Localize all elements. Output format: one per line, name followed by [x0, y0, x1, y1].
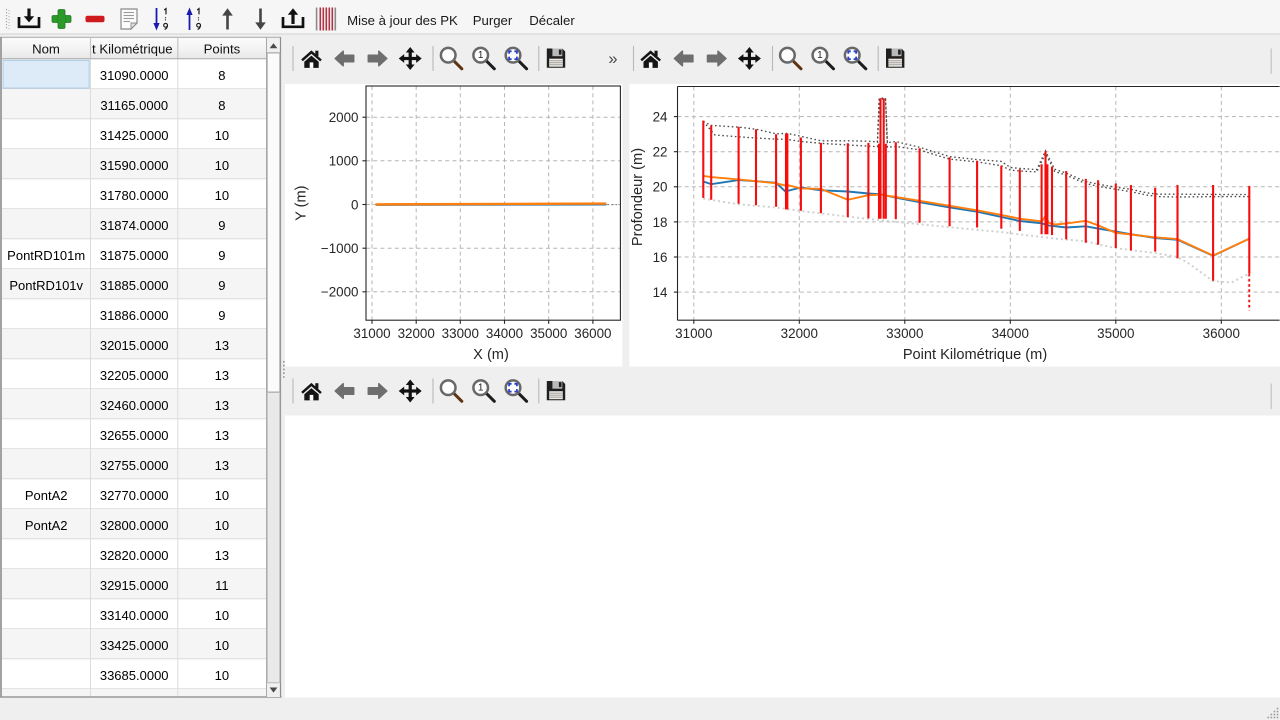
- svg-text:35000: 35000: [530, 326, 567, 341]
- svg-text:18: 18: [653, 215, 668, 230]
- svg-text:34000: 34000: [992, 326, 1029, 341]
- svg-text:33685.0000: 33685.0000: [100, 668, 169, 683]
- svg-text:1000: 1000: [329, 154, 359, 169]
- svg-text:32915.0000: 32915.0000: [100, 578, 169, 593]
- svg-text:13: 13: [215, 548, 229, 563]
- svg-text:8: 8: [218, 98, 225, 113]
- svg-text:33425.0000: 33425.0000: [100, 638, 169, 653]
- svg-text:31875.0000: 31875.0000: [100, 248, 169, 263]
- svg-text:31000: 31000: [675, 326, 712, 341]
- svg-text:20: 20: [653, 180, 668, 195]
- svg-text:11: 11: [215, 578, 229, 593]
- svg-text:32770.0000: 32770.0000: [100, 488, 169, 503]
- svg-text:10: 10: [215, 128, 229, 143]
- svg-text:10: 10: [215, 158, 229, 173]
- svg-text:31425.0000: 31425.0000: [100, 128, 169, 143]
- svg-text:10: 10: [215, 638, 229, 653]
- svg-text:13: 13: [215, 338, 229, 353]
- svg-text:10: 10: [215, 188, 229, 203]
- svg-text:1: 1: [478, 383, 484, 394]
- svg-text:9: 9: [218, 218, 225, 233]
- svg-text:−2000: −2000: [321, 285, 359, 300]
- svg-text:»: »: [608, 50, 617, 68]
- svg-text:31780.0000: 31780.0000: [100, 188, 169, 203]
- svg-text:Points: Points: [204, 41, 241, 56]
- svg-text:14: 14: [653, 285, 668, 300]
- svg-text:2000: 2000: [329, 110, 359, 125]
- svg-text:31886.0000: 31886.0000: [100, 308, 169, 323]
- svg-text:Décaler: Décaler: [529, 13, 575, 28]
- svg-text:13: 13: [215, 368, 229, 383]
- svg-text:10: 10: [215, 668, 229, 683]
- svg-text:PontA2: PontA2: [25, 518, 68, 533]
- svg-text:32205.0000: 32205.0000: [100, 368, 169, 383]
- svg-text:32460.0000: 32460.0000: [100, 398, 169, 413]
- svg-text:Nom: Nom: [32, 41, 60, 56]
- svg-text:33000: 33000: [886, 326, 923, 341]
- svg-text:0: 0: [351, 197, 358, 212]
- svg-text:31000: 31000: [353, 326, 390, 341]
- svg-text:16: 16: [653, 250, 668, 265]
- svg-text:33140.0000: 33140.0000: [100, 608, 169, 623]
- svg-text:22: 22: [653, 145, 668, 160]
- svg-text:8: 8: [218, 68, 225, 83]
- svg-text:32015.0000: 32015.0000: [100, 338, 169, 353]
- svg-text:Mise à jour des PK: Mise à jour des PK: [347, 13, 458, 28]
- svg-text:10: 10: [215, 608, 229, 623]
- svg-text:t Kilométrique: t Kilométrique: [92, 41, 173, 56]
- svg-text:Point Kilométrique (m): Point Kilométrique (m): [903, 347, 1047, 363]
- svg-text:9: 9: [218, 248, 225, 263]
- svg-text:31165.0000: 31165.0000: [100, 98, 168, 113]
- svg-text:PontRD101m: PontRD101m: [7, 248, 85, 263]
- svg-text:31090.0000: 31090.0000: [100, 68, 169, 83]
- svg-text:Purger: Purger: [473, 13, 513, 28]
- svg-text:PontA2: PontA2: [25, 488, 68, 503]
- svg-text:−1000: −1000: [321, 241, 359, 256]
- svg-text:13: 13: [215, 458, 229, 473]
- svg-text:32655.0000: 32655.0000: [100, 428, 169, 443]
- svg-text:9: 9: [218, 308, 225, 323]
- svg-text:32000: 32000: [398, 326, 435, 341]
- svg-text:Y (m): Y (m): [294, 185, 310, 220]
- svg-text:32820.0000: 32820.0000: [100, 548, 169, 563]
- svg-text:31590.0000: 31590.0000: [100, 158, 169, 173]
- svg-text:10: 10: [215, 488, 229, 503]
- svg-text:10: 10: [215, 518, 229, 533]
- svg-text:32800.0000: 32800.0000: [100, 518, 169, 533]
- svg-text:1: 1: [478, 50, 484, 61]
- svg-text:X (m): X (m): [473, 347, 509, 363]
- svg-text:34000: 34000: [486, 326, 523, 341]
- svg-text:24: 24: [653, 110, 668, 125]
- svg-text:31874.0000: 31874.0000: [100, 218, 169, 233]
- svg-text:13: 13: [215, 398, 229, 413]
- svg-text:36000: 36000: [574, 326, 611, 341]
- svg-text:1: 1: [817, 50, 823, 61]
- svg-text:31885.0000: 31885.0000: [100, 278, 169, 293]
- svg-text:13: 13: [215, 428, 229, 443]
- svg-text:Profondeur (m): Profondeur (m): [630, 148, 646, 246]
- svg-text:35000: 35000: [1097, 326, 1134, 341]
- svg-text:33000: 33000: [442, 326, 479, 341]
- svg-text:36000: 36000: [1203, 326, 1240, 341]
- svg-text:PontRD101v: PontRD101v: [9, 278, 83, 293]
- svg-text:9: 9: [218, 278, 225, 293]
- svg-text:32000: 32000: [781, 326, 818, 341]
- svg-text:32755.0000: 32755.0000: [100, 458, 169, 473]
